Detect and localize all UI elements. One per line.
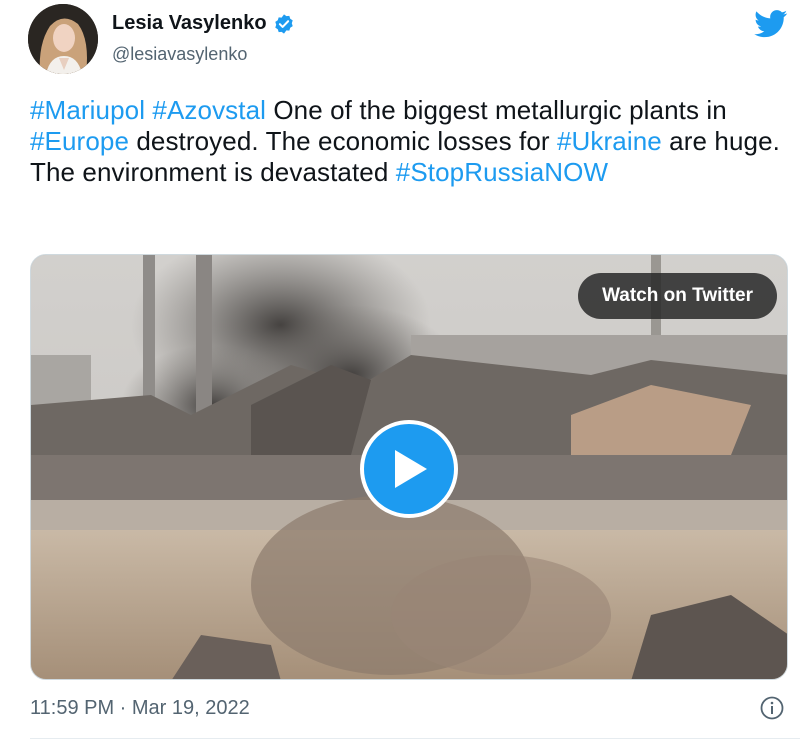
tweet-text-segment: destroyed. The economic losses for	[129, 126, 557, 156]
tweet-text: #Mariupol #Azovstal One of the biggest m…	[30, 95, 785, 188]
verified-badge-icon	[273, 13, 295, 35]
avatar[interactable]	[28, 4, 98, 74]
hashtag-link[interactable]: #Ukraine	[557, 126, 662, 156]
tweet-text-segment: One of the biggest metallurgic plants in	[266, 95, 727, 125]
divider	[30, 738, 800, 739]
info-icon[interactable]	[760, 696, 784, 720]
hashtag-link[interactable]: #Mariupol	[30, 95, 145, 125]
author-display-name[interactable]: Lesia Vasylenko	[112, 12, 267, 35]
play-icon	[395, 450, 427, 488]
play-button[interactable]	[360, 420, 458, 518]
author-name-row[interactable]: Lesia Vasylenko	[112, 12, 295, 35]
twitter-bird-icon[interactable]	[754, 10, 788, 38]
tweet-timestamp[interactable]: 11:59 PM · Mar 19, 2022	[30, 697, 250, 720]
watch-on-twitter-button[interactable]: Watch on Twitter	[578, 273, 777, 319]
author-handle[interactable]: @lesiavasylenko	[112, 44, 247, 65]
hashtag-link[interactable]: #Azovstal	[152, 95, 266, 125]
hashtag-link[interactable]: #Europe	[30, 126, 129, 156]
hashtag-link[interactable]: #StopRussiaNOW	[396, 157, 608, 187]
avatar-image	[28, 4, 98, 74]
video-player[interactable]: Watch on Twitter	[30, 254, 788, 680]
